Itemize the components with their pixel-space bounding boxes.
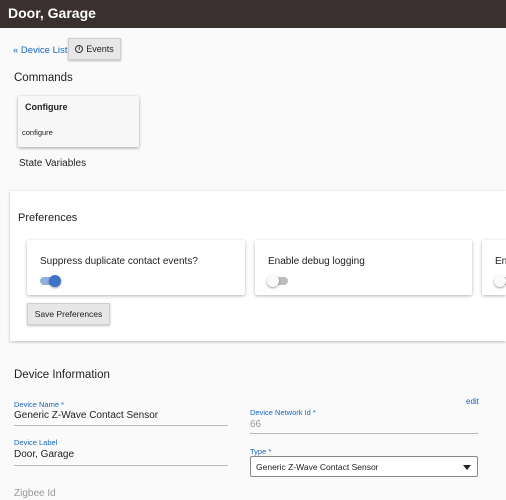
pref-debug-logging: Enable debug logging [255, 240, 472, 295]
device-information-heading: Device Information [14, 369, 110, 381]
device-name-field[interactable]: Generic Z-Wave Contact Sensor [14, 410, 158, 421]
type-label: Type * [250, 447, 272, 456]
state-variables-heading: State Variables [19, 158, 87, 169]
type-select[interactable]: Generic Z-Wave Contact Sensor [250, 456, 478, 477]
app-header: Door, Garage [0, 0, 506, 28]
preferences-heading: Preferences [18, 212, 78, 224]
pref-label: En [495, 256, 506, 267]
partial-toggle[interactable] [494, 275, 506, 287]
toggle-knob [49, 275, 61, 287]
configure-command-card[interactable]: Configure configure [18, 96, 139, 147]
toolbar: « Device List i Events [0, 37, 506, 63]
toggle-knob [267, 275, 279, 287]
device-network-id-label: Device Network Id * [250, 408, 316, 417]
toggle-knob [494, 275, 506, 287]
device-label-underline [14, 465, 228, 466]
pref-label: Suppress duplicate contact events? [40, 256, 198, 267]
debug-logging-toggle[interactable] [267, 275, 288, 287]
device-name-label: Device Name * [14, 400, 65, 409]
events-button[interactable]: i Events [68, 38, 121, 60]
page-title: Door, Garage [8, 5, 96, 21]
device-name-underline [14, 425, 228, 426]
events-button-label: Events [86, 44, 114, 54]
save-preferences-button[interactable]: Save Preferences [27, 303, 110, 325]
type-select-value: Generic Z-Wave Contact Sensor [256, 462, 379, 472]
device-network-id-underline [250, 433, 478, 434]
device-label-label: Device Label [14, 438, 58, 447]
preferences-panel: Preferences Suppress duplicate contact e… [10, 191, 506, 341]
caret-down-icon [463, 465, 471, 470]
pref-label: Enable debug logging [268, 256, 365, 267]
zigbee-id-field[interactable]: Zigbee Id [14, 488, 56, 499]
configure-command-name: configure [22, 128, 53, 137]
device-list-link[interactable]: « Device List [13, 45, 67, 56]
pref-partial: En [482, 240, 506, 295]
commands-heading: Commands [14, 72, 73, 84]
edit-link[interactable]: edit [466, 397, 479, 406]
pref-suppress-duplicate: Suppress duplicate contact events? [27, 240, 245, 295]
device-network-id-field[interactable]: 66 [250, 419, 261, 430]
configure-card-title: Configure [25, 102, 68, 112]
device-label-field[interactable]: Door, Garage [14, 449, 74, 460]
info-icon: i [75, 45, 84, 53]
suppress-duplicate-toggle[interactable] [40, 275, 61, 287]
